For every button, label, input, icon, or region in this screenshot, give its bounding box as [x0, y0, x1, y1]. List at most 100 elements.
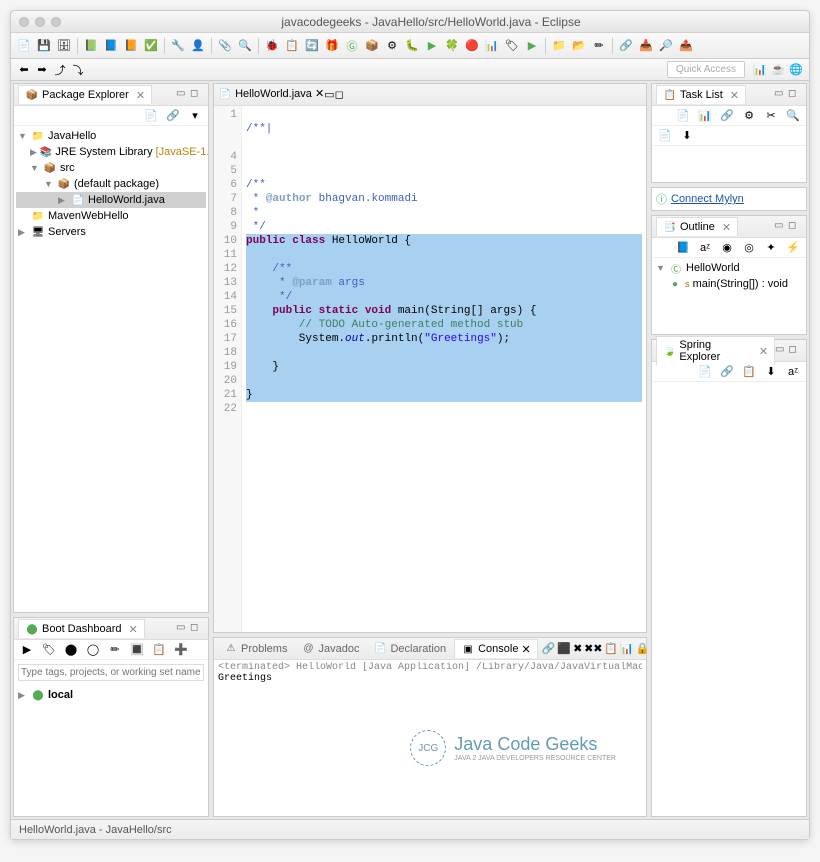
tool-icon[interactable]: 📎 [216, 37, 234, 55]
tool-icon[interactable]: 📘 [674, 239, 692, 257]
outline-method-node[interactable]: ●smain(String[]) : void [654, 276, 804, 292]
tool-icon[interactable]: 📦 [363, 37, 381, 55]
boot-dashboard-tab[interactable]: ⬤ Boot Dashboard ✕ [18, 619, 145, 638]
tool-icon[interactable]: ◎ [740, 239, 758, 257]
debug-icon[interactable]: 🐛 [403, 37, 421, 55]
project-node[interactable]: ▼📁JavaHello [16, 128, 206, 144]
minimize-icon[interactable]: ▭ [775, 344, 788, 358]
tool-icon[interactable]: 🏷 [503, 37, 521, 55]
tool-icon[interactable]: 📤 [677, 37, 695, 55]
new-button[interactable]: 📄 [15, 37, 33, 55]
menu-icon[interactable]: ▾ [186, 107, 204, 125]
javadoc-tab[interactable]: @Javadoc [295, 640, 365, 658]
tool-icon[interactable]: ✏ [106, 641, 124, 659]
tool-icon[interactable]: ⤵ [69, 61, 87, 79]
tool-icon[interactable]: 📋 [283, 37, 301, 55]
debug-button[interactable]: 🐞 [263, 37, 281, 55]
local-node[interactable]: ▶⬤local [16, 687, 206, 703]
maximize-icon[interactable]: ◻ [190, 88, 204, 102]
minimize-icon[interactable]: ▭ [774, 220, 788, 234]
tool-icon[interactable]: 📄 [674, 107, 692, 125]
close-icon[interactable]: ✕ [315, 88, 324, 100]
java-file-node[interactable]: ▶📄HelloWorld.java [16, 192, 206, 208]
tool-icon[interactable]: 👤 [189, 37, 207, 55]
maximize-icon[interactable]: ◻ [335, 88, 344, 101]
outline-class-node[interactable]: ▼ⒸHelloWorld [654, 260, 804, 276]
close-icon[interactable]: ✕ [136, 89, 145, 102]
tool-icon[interactable]: 📊 [696, 107, 714, 125]
remove-icon[interactable]: ✖ [573, 640, 582, 658]
maven-project-node[interactable]: 📁MavenWebHello [16, 208, 206, 224]
tool-icon[interactable]: 📋 [150, 641, 168, 659]
tool-icon[interactable]: 📗 [82, 37, 100, 55]
tool-icon[interactable]: ⚙ [383, 37, 401, 55]
tool-icon[interactable]: ◉ [718, 239, 736, 257]
link-icon[interactable]: 🔗 [164, 107, 182, 125]
task-list-tab[interactable]: 📋 Task List ✕ [656, 85, 746, 104]
sort-icon[interactable]: aᶻ [696, 239, 714, 257]
close-icon[interactable]: ✕ [730, 89, 739, 102]
tool-icon[interactable]: ⬛ [557, 640, 571, 658]
minimize-icon[interactable]: ▭ [176, 622, 190, 636]
tool-icon[interactable]: 📄 [656, 127, 674, 145]
console-tab[interactable]: ▣Console ✕ [454, 639, 538, 658]
save-button[interactable]: 💾 [35, 37, 53, 55]
maximize-icon[interactable]: ◻ [788, 88, 802, 102]
tool-icon[interactable]: 🔍 [784, 107, 802, 125]
folder-icon[interactable]: 📂 [570, 37, 588, 55]
close-icon[interactable]: ✕ [129, 623, 138, 636]
maximize-window-button[interactable] [51, 17, 61, 27]
close-window-button[interactable] [19, 17, 29, 27]
collapse-icon[interactable]: 📄 [142, 107, 160, 125]
outline-tab[interactable]: 📑 Outline ✕ [656, 217, 738, 236]
jre-library-node[interactable]: ▶📚JRE System Library [JavaSE-1.8] [16, 144, 206, 160]
tool-icon[interactable]: ⬅ [15, 61, 33, 79]
tool-icon[interactable]: ➕ [172, 641, 190, 659]
tool-icon[interactable]: 🔗 [718, 107, 736, 125]
tool-icon[interactable]: ✏ [590, 37, 608, 55]
maximize-icon[interactable]: ◻ [190, 622, 204, 636]
tool-icon[interactable]: 📥 [637, 37, 655, 55]
close-icon[interactable]: ✕ [759, 345, 768, 358]
tool-icon[interactable]: 🎁 [323, 37, 341, 55]
save-all-button[interactable]: 🗄 [55, 37, 73, 55]
tool-icon[interactable]: 🔎 [657, 37, 675, 55]
maximize-icon[interactable]: ◻ [788, 220, 802, 234]
tool-icon[interactable]: 🔗 [718, 363, 736, 381]
minimize-icon[interactable]: ▭ [176, 88, 190, 102]
tool-icon[interactable]: ▶ [523, 37, 541, 55]
minimize-window-button[interactable] [35, 17, 45, 27]
tool-icon[interactable]: 📘 [102, 37, 120, 55]
tool-icon[interactable]: ⬇ [678, 127, 696, 145]
minimize-icon[interactable]: ▭ [324, 88, 334, 101]
tool-icon[interactable]: ⬤ [62, 641, 80, 659]
run-button[interactable]: ▶ [423, 37, 441, 55]
perspective-java-icon[interactable]: ☕ [769, 61, 787, 79]
default-package-node[interactable]: ▼📦(default package) [16, 176, 206, 192]
tool-icon[interactable]: ◯ [84, 641, 102, 659]
tool-icon[interactable]: 🏷 [40, 641, 58, 659]
tool-icon[interactable]: 🔳 [128, 641, 146, 659]
tool-icon[interactable]: ✅ [142, 37, 160, 55]
tool-icon[interactable]: ⚡ [784, 239, 802, 257]
tool-icon[interactable]: 📋 [604, 640, 618, 658]
minimize-icon[interactable]: ▭ [774, 88, 788, 102]
refresh-button[interactable]: 🔄 [303, 37, 321, 55]
tool-icon[interactable]: ▶ [18, 641, 36, 659]
problems-tab[interactable]: ⚠Problems [218, 640, 293, 658]
tool-icon[interactable]: 📊 [483, 37, 501, 55]
tool-icon[interactable]: ✂ [762, 107, 780, 125]
connect-mylyn-link[interactable]: Connect Mylyn [671, 193, 744, 205]
tool-icon[interactable]: ⚙ [740, 107, 758, 125]
tool-icon[interactable]: 🔧 [169, 37, 187, 55]
maximize-icon[interactable]: ◻ [789, 344, 802, 358]
close-icon[interactable]: ✕ [521, 643, 530, 656]
remove-all-icon[interactable]: ✖✖ [584, 640, 602, 658]
servers-node[interactable]: ▶🖥Servers [16, 224, 206, 240]
perspective-icon[interactable]: 📊 [751, 61, 769, 79]
tool-icon[interactable]: ➡ [33, 61, 51, 79]
tool-icon[interactable]: ⬇ [762, 363, 780, 381]
boot-filter-input[interactable] [18, 664, 204, 681]
tool-icon[interactable]: 🔍 [236, 37, 254, 55]
folder-icon[interactable]: 📁 [550, 37, 568, 55]
